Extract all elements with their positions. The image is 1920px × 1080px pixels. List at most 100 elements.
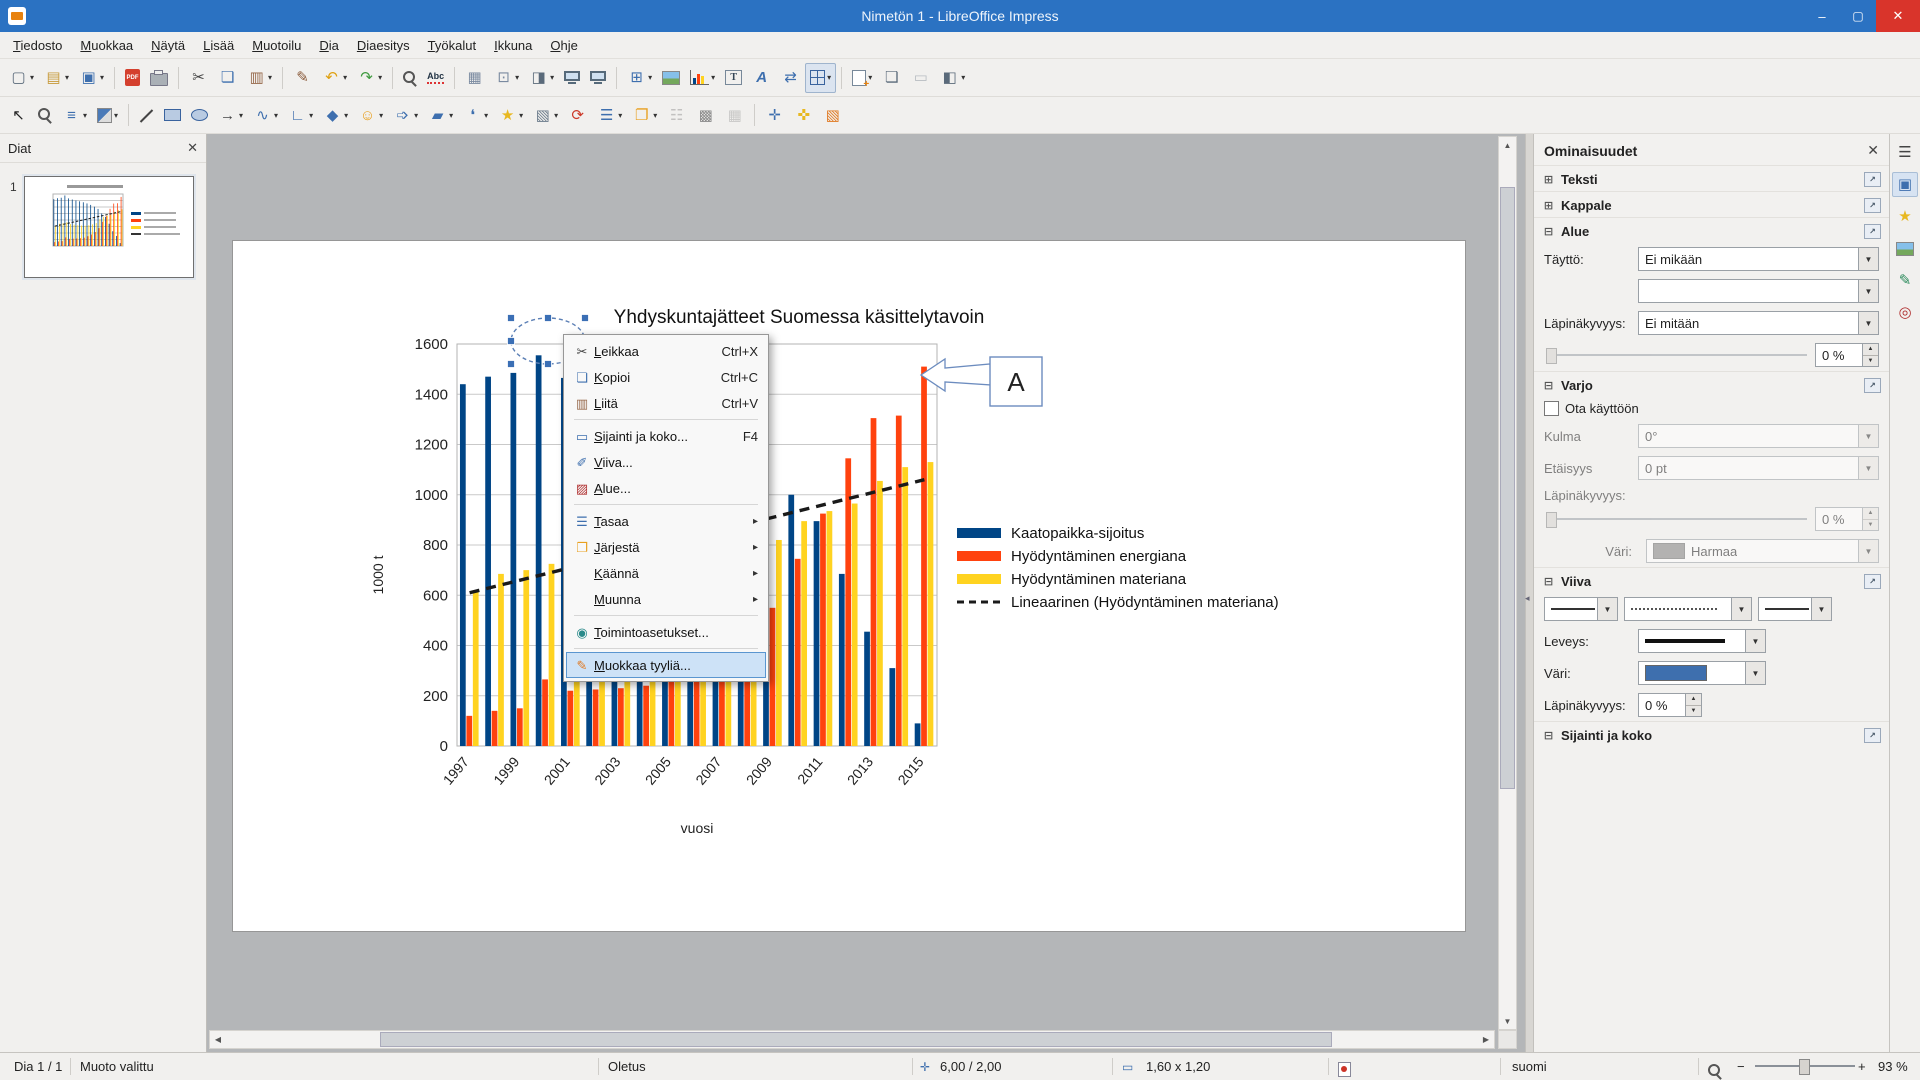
dropdown-arrow-icon[interactable]: ▾ — [653, 111, 657, 120]
spelling-button[interactable]: Abc — [422, 63, 449, 93]
menu-ikkuna[interactable]: Ikkuna — [485, 35, 541, 56]
shadow-distance-dropdown[interactable]: 0 pt ▼ — [1638, 456, 1879, 480]
slideshow-current-slide-button[interactable] — [585, 63, 611, 93]
section-viiva[interactable]: ⊟ Viiva — [1534, 567, 1889, 593]
insert-chart-button[interactable]: ▾ — [685, 63, 720, 93]
dropdown-arrow-icon[interactable]: ▾ — [83, 111, 87, 120]
dialog-launcher-icon[interactable] — [1864, 172, 1881, 187]
display-grid-button[interactable]: ▦ — [460, 63, 489, 93]
duplicate-slide-button[interactable]: ❏ — [877, 63, 906, 93]
expand-icon[interactable]: ⊞ — [1542, 173, 1555, 186]
close-button[interactable] — [1876, 0, 1920, 32]
basic-shapes-button[interactable]: ◆▾ — [318, 100, 353, 130]
chevron-down-icon[interactable]: ▼ — [1597, 598, 1617, 620]
selection-handle[interactable] — [545, 315, 552, 322]
zoom-slider-thumb[interactable] — [1799, 1059, 1810, 1075]
callout-arrow[interactable] — [921, 359, 992, 391]
copy-button[interactable]: ❏ — [213, 63, 242, 93]
stars-banners-button[interactable]: ★▾ — [493, 100, 528, 130]
chevron-down-icon[interactable]: ▼ — [1858, 457, 1878, 479]
glue-points-button[interactable]: ✜ — [789, 100, 818, 130]
find-replace-button[interactable] — [398, 63, 422, 93]
maximize-button[interactable] — [1840, 0, 1876, 32]
fill-color-button[interactable]: ▾ — [92, 100, 123, 130]
dropdown-arrow-icon[interactable]: ▾ — [618, 111, 622, 120]
redo-button[interactable]: ↷▾ — [352, 63, 387, 93]
dropdown-arrow-icon[interactable]: ▾ — [30, 73, 34, 82]
paste-button[interactable]: ▥▾ — [242, 63, 277, 93]
dropdown-arrow-icon[interactable]: ▾ — [648, 73, 652, 82]
dropdown-arrow-icon[interactable]: ▾ — [268, 73, 272, 82]
fill-type-dropdown[interactable]: Ei mikään ▼ — [1638, 247, 1879, 271]
vertical-scrollbar[interactable]: ▲ ▼ — [1498, 136, 1517, 1030]
dropdown-arrow-icon[interactable]: ▾ — [414, 111, 418, 120]
dropdown-arrow-icon[interactable]: ▾ — [550, 73, 554, 82]
selection-handle[interactable] — [508, 315, 515, 322]
3d-objects-button[interactable]: ▧▾ — [528, 100, 563, 130]
spin-up-icon[interactable]: ▲ — [1863, 344, 1878, 356]
snap-guides-button[interactable]: ⊡▾ — [489, 63, 524, 93]
menu-tiedosto[interactable]: Tiedosto — [4, 35, 71, 56]
spin-down-icon[interactable]: ▼ — [1863, 520, 1878, 531]
line-transparency-spinner[interactable]: 0 % ▲▼ — [1638, 693, 1702, 717]
dialog-launcher-icon[interactable] — [1864, 224, 1881, 239]
export-pdf-button[interactable]: PDF — [120, 63, 145, 93]
arrow-style-dropdown[interactable]: ▼ — [1544, 597, 1618, 621]
minimize-button[interactable] — [1804, 0, 1840, 32]
dialog-launcher-icon[interactable] — [1864, 728, 1881, 743]
context-item-tasaa[interactable]: ☰Tasaa▸ — [566, 508, 766, 534]
slide-properties-button[interactable]: ▭ — [906, 63, 935, 93]
select-button[interactable]: ↖ — [4, 100, 33, 130]
chevron-down-icon[interactable]: ▼ — [1858, 248, 1878, 270]
symbol-shapes-button[interactable]: ☺▾ — [353, 100, 388, 130]
vertical-scrollbar-thumb[interactable] — [1500, 187, 1515, 789]
presentation-chart[interactable]: 0200400600800100012001400160019971999200… — [233, 241, 1465, 931]
shadow-transparency-spinner[interactable]: 0 % ▲▼ — [1815, 507, 1879, 531]
slide-thumbnail[interactable] — [24, 176, 194, 278]
section-teksti[interactable]: ⊞ Teksti — [1534, 165, 1889, 191]
line-width-dropdown[interactable]: ▼ — [1638, 629, 1766, 653]
toggle-extrusion-button[interactable]: ▧ — [818, 100, 847, 130]
selection-handle[interactable] — [508, 361, 515, 368]
fill-attribute-dropdown[interactable]: ▼ — [1638, 279, 1879, 303]
insert-hyperlink-button[interactable]: ⇄ — [776, 63, 805, 93]
dropdown-arrow-icon[interactable]: ▾ — [484, 111, 488, 120]
sidebar-tab-settings[interactable]: ☰ — [1892, 140, 1918, 165]
context-item-kopioi[interactable]: ❏KopioiCtrl+C — [566, 364, 766, 390]
curves-polygons-button[interactable]: ∿▾ — [248, 100, 283, 130]
collapse-icon[interactable]: ⊟ — [1542, 379, 1555, 392]
chevron-down-icon[interactable]: ▼ — [1745, 662, 1765, 684]
shadow-angle-dropdown[interactable]: 0° ▼ — [1638, 424, 1879, 448]
chevron-down-icon[interactable]: ▼ — [1858, 425, 1878, 447]
dropdown-arrow-icon[interactable]: ▾ — [114, 111, 118, 120]
dialog-launcher-icon[interactable] — [1864, 378, 1881, 393]
dropdown-arrow-icon[interactable]: ▾ — [519, 111, 523, 120]
scroll-up-icon[interactable]: ▲ — [1499, 137, 1516, 153]
spin-down-icon[interactable]: ▼ — [1686, 706, 1701, 717]
selection-handle[interactable] — [508, 338, 515, 345]
context-item-liitä[interactable]: ▥LiitäCtrl+V — [566, 390, 766, 416]
edit-canvas[interactable]: 0200400600800100012001400160019971999200… — [207, 134, 1525, 1052]
chevron-down-icon[interactable]: ▼ — [1858, 280, 1878, 302]
context-item-muunna[interactable]: Muunna▸ — [566, 586, 766, 612]
section-sijainti-ja-koko[interactable]: ⊟ Sijainti ja koko — [1534, 721, 1889, 747]
dropdown-arrow-icon[interactable]: ▾ — [309, 111, 313, 120]
zoom-fit-icon[interactable] — [1708, 1060, 1722, 1074]
sidebar-tab-styles[interactable]: ✎ — [1892, 268, 1918, 293]
selection-handle[interactable] — [582, 315, 589, 322]
dialog-launcher-icon[interactable] — [1864, 574, 1881, 589]
scroll-right-icon[interactable]: ▶ — [1478, 1031, 1494, 1048]
dropdown-arrow-icon[interactable]: ▾ — [449, 111, 453, 120]
chevron-down-icon[interactable]: ▼ — [1745, 630, 1765, 652]
align-objects-button[interactable]: ☰▾ — [592, 100, 627, 130]
context-item-alue[interactable]: ▨Alue... — [566, 475, 766, 501]
section-alue[interactable]: ⊟ Alue — [1534, 217, 1889, 243]
shadow-color-dropdown[interactable]: Harmaa ▼ — [1646, 539, 1879, 563]
zoom-out-button[interactable]: − — [1737, 1053, 1745, 1080]
spin-up-icon[interactable]: ▲ — [1863, 508, 1878, 520]
flowchart-shapes-button[interactable]: ▰▾ — [423, 100, 458, 130]
connectors-button[interactable]: ∟▾ — [283, 100, 318, 130]
horizontal-scrollbar-thumb[interactable] — [380, 1032, 1332, 1047]
edit-points-button[interactable]: ✛ — [760, 100, 789, 130]
cut-button[interactable]: ✂ — [184, 63, 213, 93]
